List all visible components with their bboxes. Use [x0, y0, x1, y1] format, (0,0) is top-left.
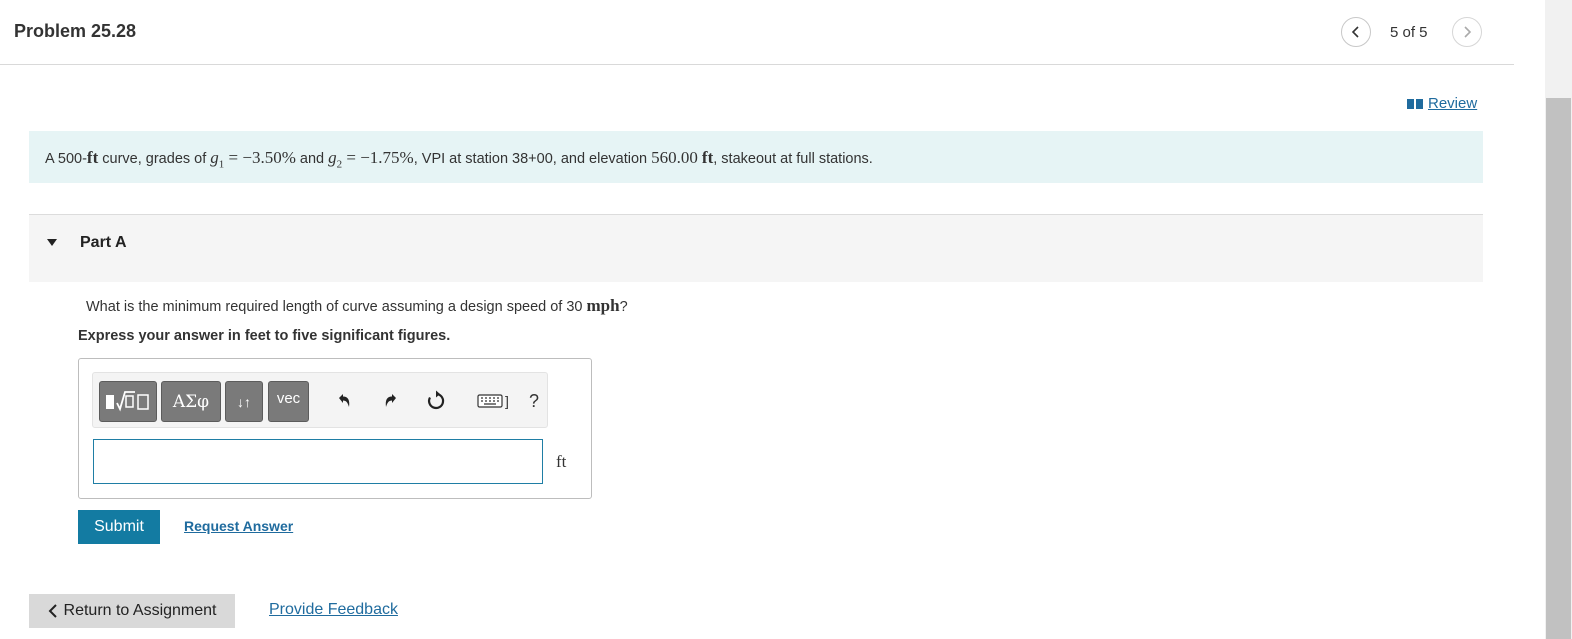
vector-button[interactable]: vec — [268, 381, 309, 422]
problem-statement: A 500-ft curve, grades of g1 = −3.50% an… — [29, 131, 1483, 183]
review-link[interactable]: Review — [1406, 95, 1477, 112]
review-label: Review — [1428, 95, 1478, 112]
previous-problem-button[interactable] — [1341, 17, 1371, 47]
problem-text-part: , VPI at station 38+00, and elevation — [413, 151, 652, 167]
question-text: What is the minimum required length of c… — [86, 296, 628, 315]
answer-instruction: Express your answer in feet to five sign… — [78, 328, 451, 344]
reset-button[interactable] — [422, 387, 450, 415]
answer-input[interactable] — [93, 439, 543, 484]
reset-icon — [427, 390, 445, 410]
math-unit: mph — [586, 296, 620, 315]
greek-symbols-button[interactable]: ΑΣφ — [161, 381, 221, 422]
templates-icon — [106, 390, 149, 411]
arrows-button[interactable]: ↓↑ — [225, 381, 263, 422]
math-unit: ft — [701, 148, 714, 167]
answer-unit: ft — [556, 452, 567, 471]
next-problem-button[interactable] — [1452, 17, 1482, 47]
math-g2: g2 = −1.75% — [328, 148, 414, 171]
page-count: 5 of 5 — [1390, 24, 1428, 41]
math-toolbar: ΑΣφ ↓↑ vec ] ? — [92, 372, 548, 428]
provide-feedback-link[interactable]: Provide Feedback — [269, 601, 398, 619]
problem-text-part: , stakeout at full stations. — [713, 151, 873, 167]
keyboard-button[interactable]: ] — [471, 387, 515, 415]
redo-icon — [385, 394, 396, 407]
book-icon — [1407, 98, 1423, 109]
part-a-header[interactable]: Part A — [29, 214, 1483, 282]
math-elevation: 560.00 — [651, 148, 698, 167]
scrollbar-thumb[interactable] — [1546, 98, 1571, 639]
math-unit: ft — [86, 148, 99, 167]
templates-button[interactable] — [99, 381, 157, 422]
problem-text-part: A 500- — [45, 151, 87, 167]
redo-button[interactable] — [377, 387, 405, 415]
math-g1: g1 = −3.50% — [210, 148, 296, 171]
answer-panel: ΑΣφ ↓↑ vec ] ? ft — [78, 358, 592, 499]
keyboard-bracket: ] — [505, 393, 509, 409]
page-title: Problem 25.28 — [14, 21, 137, 41]
page-scrollbar[interactable] — [1545, 0, 1572, 639]
header-bar: Problem 25.28 5 of 5 — [0, 0, 1514, 65]
problem-text: A 500-ft curve, grades of g1 = −3.50% an… — [45, 148, 873, 170]
chevron-left-icon — [48, 604, 57, 618]
request-answer-link[interactable]: Request Answer — [184, 518, 293, 534]
help-button[interactable]: ? — [520, 387, 548, 415]
undo-button[interactable] — [330, 387, 358, 415]
return-to-assignment-button[interactable]: Return to Assignment — [29, 594, 235, 628]
return-label: Return to Assignment — [63, 602, 217, 619]
part-label: Part A — [80, 234, 127, 251]
undo-icon — [339, 394, 350, 407]
chevron-right-icon — [1464, 26, 1472, 38]
chevron-left-icon — [1351, 26, 1359, 38]
caret-down-icon — [47, 239, 57, 246]
submit-button[interactable]: Submit — [78, 510, 160, 544]
problem-text-part: curve, grades of — [98, 151, 211, 167]
problem-text-part: and — [295, 151, 329, 167]
keyboard-icon — [477, 394, 503, 408]
